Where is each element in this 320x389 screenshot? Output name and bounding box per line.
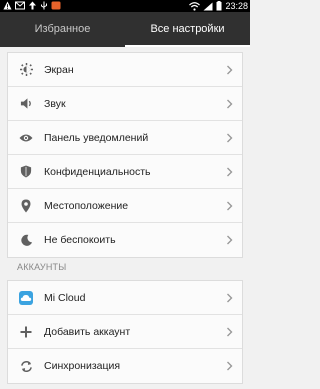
battery-icon bbox=[216, 1, 222, 11]
settings-item-location[interactable]: Местоположение bbox=[8, 189, 242, 223]
signal-icon bbox=[203, 2, 213, 10]
general-settings-card: Экран Звук Панель уведомлений Конфиденци… bbox=[7, 52, 243, 258]
settings-item-label: Не беспокоить bbox=[44, 234, 116, 246]
settings-item-label: Синхронизация bbox=[44, 360, 121, 372]
chevron-right-icon bbox=[222, 233, 236, 247]
status-notifications bbox=[3, 1, 61, 10]
moon-icon bbox=[19, 233, 33, 247]
active-tab-indicator bbox=[125, 45, 250, 47]
settings-item-label: Местоположение bbox=[44, 199, 129, 212]
shield-icon bbox=[19, 165, 33, 179]
upload-icon bbox=[29, 1, 36, 10]
chevron-right-icon bbox=[222, 359, 236, 373]
chevron-right-icon bbox=[222, 131, 236, 145]
chevron-right-icon bbox=[222, 63, 236, 77]
plus-icon bbox=[19, 325, 33, 339]
status-time: 23:28 bbox=[225, 1, 248, 11]
usb-icon bbox=[41, 1, 47, 10]
accounts-card: Mi Cloud Добавить аккаунт Синхронизация bbox=[7, 280, 243, 384]
brightness-icon bbox=[19, 63, 33, 77]
settings-item-do-not-disturb[interactable]: Не беспокоить bbox=[8, 223, 242, 257]
chevron-right-icon bbox=[222, 165, 236, 179]
status-indicators: 23:28 bbox=[189, 0, 248, 12]
tab-favorites[interactable]: Избранное bbox=[0, 12, 125, 47]
settings-item-mi-cloud[interactable]: Mi Cloud bbox=[8, 281, 242, 315]
chevron-right-icon bbox=[222, 291, 236, 305]
location-pin-icon bbox=[19, 199, 33, 213]
mail-icon bbox=[15, 1, 25, 10]
chevron-right-icon bbox=[222, 97, 236, 111]
app-notification-icon bbox=[51, 1, 61, 10]
chevron-right-icon bbox=[222, 325, 236, 339]
settings-item-label: Панель уведомлений bbox=[44, 131, 149, 144]
settings-item-label: Экран bbox=[44, 63, 74, 76]
sync-icon bbox=[19, 359, 33, 373]
settings-item-label: Конфиденциальность bbox=[44, 165, 151, 178]
status-bar: 23:28 bbox=[0, 0, 250, 12]
speaker-icon bbox=[19, 97, 33, 111]
eye-icon bbox=[19, 131, 33, 145]
settings-item-sound[interactable]: Звук bbox=[8, 87, 242, 121]
settings-item-notification-panel[interactable]: Панель уведомлений bbox=[8, 121, 242, 155]
chevron-right-icon bbox=[222, 199, 236, 213]
settings-item-sync[interactable]: Синхронизация bbox=[8, 349, 242, 383]
settings-item-label: Добавить аккаунт bbox=[44, 325, 131, 338]
settings-item-label: Звук bbox=[44, 97, 66, 110]
settings-item-privacy[interactable]: Конфиденциальность bbox=[8, 155, 242, 189]
warning-icon bbox=[3, 1, 12, 10]
cloud-icon bbox=[19, 290, 33, 305]
settings-item-display[interactable]: Экран bbox=[8, 53, 242, 87]
settings-item-label: Mi Cloud bbox=[44, 291, 86, 304]
settings-item-add-account[interactable]: Добавить аккаунт bbox=[8, 315, 242, 349]
wifi-icon bbox=[189, 1, 201, 11]
section-header-accounts: АККАУНТЫ bbox=[17, 262, 67, 272]
tab-bar: Избранное Все настройки bbox=[0, 12, 250, 47]
tab-all-settings[interactable]: Все настройки bbox=[125, 12, 250, 47]
